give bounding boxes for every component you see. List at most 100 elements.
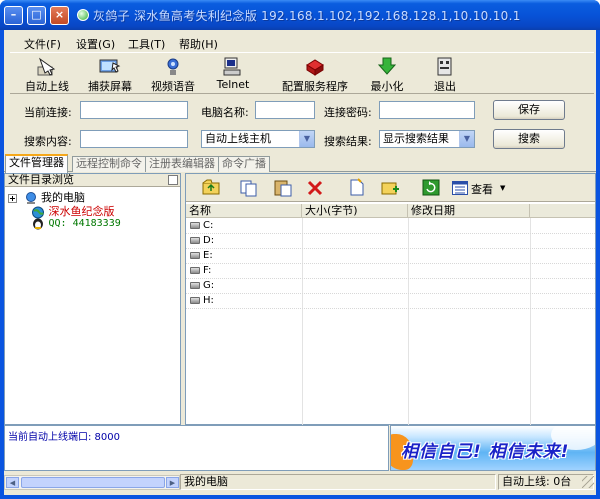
file-list-pane: 查看 ▼ 名称 大小(字节) 修改日期 C: D: E: F: G: H:: [185, 173, 596, 425]
drive-icon: [190, 237, 200, 244]
search-content-input[interactable]: [80, 130, 188, 148]
save-button[interactable]: 保存: [493, 100, 565, 120]
tab-strip: 文件管理器 远程控制命令 注册表编辑器 命令广播: [4, 154, 596, 173]
drive-icon: [190, 282, 200, 289]
configure-server-label: 配置服务程序: [282, 80, 348, 93]
tree-horizontal-scrollbar[interactable]: ◀ ▶: [4, 475, 180, 490]
capture-screen-button[interactable]: 捕获屏幕: [83, 55, 137, 93]
column-size[interactable]: 大小(字节): [302, 204, 408, 218]
tree-pane-title: 文件目录浏览: [8, 173, 74, 186]
video-voice-button[interactable]: 视频语音: [146, 55, 200, 93]
telnet-label: Telnet: [216, 78, 250, 91]
file-row-name: E:: [203, 250, 213, 261]
menu-tools[interactable]: 工具(T): [128, 36, 165, 52]
video-voice-icon: [167, 58, 179, 75]
chevron-down-icon: ▼: [500, 184, 506, 192]
file-row-name: H:: [203, 295, 214, 306]
tab-remote-commands[interactable]: 远程控制命令: [72, 156, 146, 172]
scroll-left-icon[interactable]: ◀: [6, 477, 19, 488]
main-toolbar: 自动上线 捕获屏幕 视频语音 Telnet 配置服务程序 最小化 退出: [10, 52, 594, 94]
directory-tree-pane[interactable]: 文件目录浏览 我的电脑 深水鱼纪念版 QQ: 44183339: [4, 173, 181, 425]
search-result-select[interactable]: 显示搜索结果 ▼: [379, 130, 475, 148]
title-bar[interactable]: – □ × 灰鸽子 深水鱼高考失利纪念版 192.168.1.102,192.1…: [0, 0, 600, 30]
drive-icon: [190, 222, 200, 229]
file-toolbar: 查看 ▼: [186, 174, 595, 202]
search-result-label: 搜索结果:: [324, 135, 372, 148]
banner-text: 相信自己! 相信未来!: [401, 442, 570, 462]
file-list-header: 名称 大小(字节) 修改日期: [186, 204, 595, 218]
window-title: 灰鸽子 深水鱼高考失利纪念版 192.168.1.102,192.168.128…: [93, 9, 521, 23]
minimize-button[interactable]: 最小化: [362, 55, 412, 93]
app-icon: [77, 9, 89, 21]
tree-item-qq[interactable]: QQ: 44183339: [31, 216, 121, 230]
status-bar: ◀ ▶ 我的电脑 自动上线: 0台: [4, 472, 596, 492]
configure-server-icon: [306, 59, 324, 76]
file-row-name: G:: [203, 280, 215, 291]
minimize-label: 最小化: [370, 80, 404, 93]
telnet-icon: [223, 57, 241, 76]
video-voice-label: 视频语音: [151, 80, 195, 93]
slogan-banner: 相信自己! 相信未来!: [390, 425, 596, 471]
menu-help[interactable]: 帮助(H): [179, 36, 218, 52]
column-name[interactable]: 名称: [186, 204, 302, 218]
search-result-value: 显示搜索结果: [383, 132, 449, 145]
resize-grip[interactable]: [582, 476, 594, 488]
minimize-arrow-icon: [377, 57, 397, 75]
file-row-name: F:: [203, 265, 212, 276]
auto-online-button[interactable]: 自动上线: [20, 55, 74, 93]
scroll-thumb[interactable]: [21, 477, 165, 488]
exit-button[interactable]: 退出: [422, 55, 468, 93]
configure-server-button[interactable]: 配置服务程序: [275, 55, 355, 93]
column-modified[interactable]: 修改日期: [408, 204, 530, 218]
menu-file[interactable]: 文件(F): [24, 36, 61, 52]
close-window-button[interactable]: ×: [50, 6, 69, 25]
auto-online-label: 自动上线: [25, 80, 69, 93]
tree-pane-header: 文件目录浏览: [5, 174, 180, 187]
tab-registry-editor[interactable]: 注册表编辑器: [145, 156, 219, 172]
drive-icon: [190, 252, 200, 259]
file-row[interactable]: H:: [186, 294, 595, 309]
search-content-label: 搜索内容:: [24, 135, 72, 148]
file-row[interactable]: G:: [186, 279, 595, 294]
chevron-down-icon[interactable]: ▼: [299, 131, 314, 147]
expand-icon[interactable]: [8, 193, 17, 203]
menu-settings[interactable]: 设置(G): [76, 36, 115, 52]
scroll-right-icon[interactable]: ▶: [166, 477, 179, 488]
delete-icon[interactable]: [304, 177, 326, 198]
refresh-icon[interactable]: [420, 177, 442, 198]
computer-name-label: 电脑名称:: [201, 106, 249, 119]
copy-icon[interactable]: [238, 177, 260, 198]
tree-pane-toggle[interactable]: [168, 175, 178, 185]
view-grid-icon: [452, 181, 468, 195]
paste-icon[interactable]: [272, 177, 294, 198]
file-row-name: D:: [203, 235, 215, 246]
log-pane[interactable]: 当前自动上线端口: 8000: [4, 425, 389, 471]
new-file-icon[interactable]: [346, 177, 368, 198]
file-row[interactable]: E:: [186, 249, 595, 264]
up-folder-icon[interactable]: [200, 177, 222, 198]
connection-password-field[interactable]: [379, 101, 475, 119]
current-connection-label: 当前连接:: [24, 106, 72, 119]
file-row-name: C:: [203, 220, 214, 231]
app-window: – □ × 灰鸽子 深水鱼高考失利纪念版 192.168.1.102,192.1…: [0, 0, 600, 499]
file-row[interactable]: D:: [186, 234, 595, 249]
search-button[interactable]: 搜索: [493, 129, 565, 149]
tab-file-manager[interactable]: 文件管理器: [5, 154, 68, 173]
tab-command-broadcast[interactable]: 命令广播: [218, 156, 270, 172]
new-folder-icon[interactable]: [379, 177, 401, 198]
search-scope-select[interactable]: 自动上线主机 ▼: [201, 130, 315, 148]
computer-name-field[interactable]: [255, 101, 315, 119]
view-menu-button[interactable]: 查看 ▼: [450, 178, 510, 198]
chevron-down-icon[interactable]: ▼: [459, 131, 474, 147]
file-row[interactable]: F:: [186, 264, 595, 279]
tree-qq-label: QQ: 44183339: [48, 218, 121, 229]
minimize-window-button[interactable]: –: [4, 6, 23, 25]
auto-online-icon: [37, 57, 56, 76]
current-connection-field[interactable]: [80, 101, 188, 119]
maximize-window-button[interactable]: □: [27, 6, 46, 25]
file-row[interactable]: C:: [186, 219, 595, 234]
qq-penguin-icon: [33, 218, 43, 229]
exit-icon: [437, 57, 452, 76]
menu-bar: 文件(F) 设置(G) 工具(T) 帮助(H): [4, 34, 596, 52]
telnet-button[interactable]: Telnet: [208, 55, 258, 93]
